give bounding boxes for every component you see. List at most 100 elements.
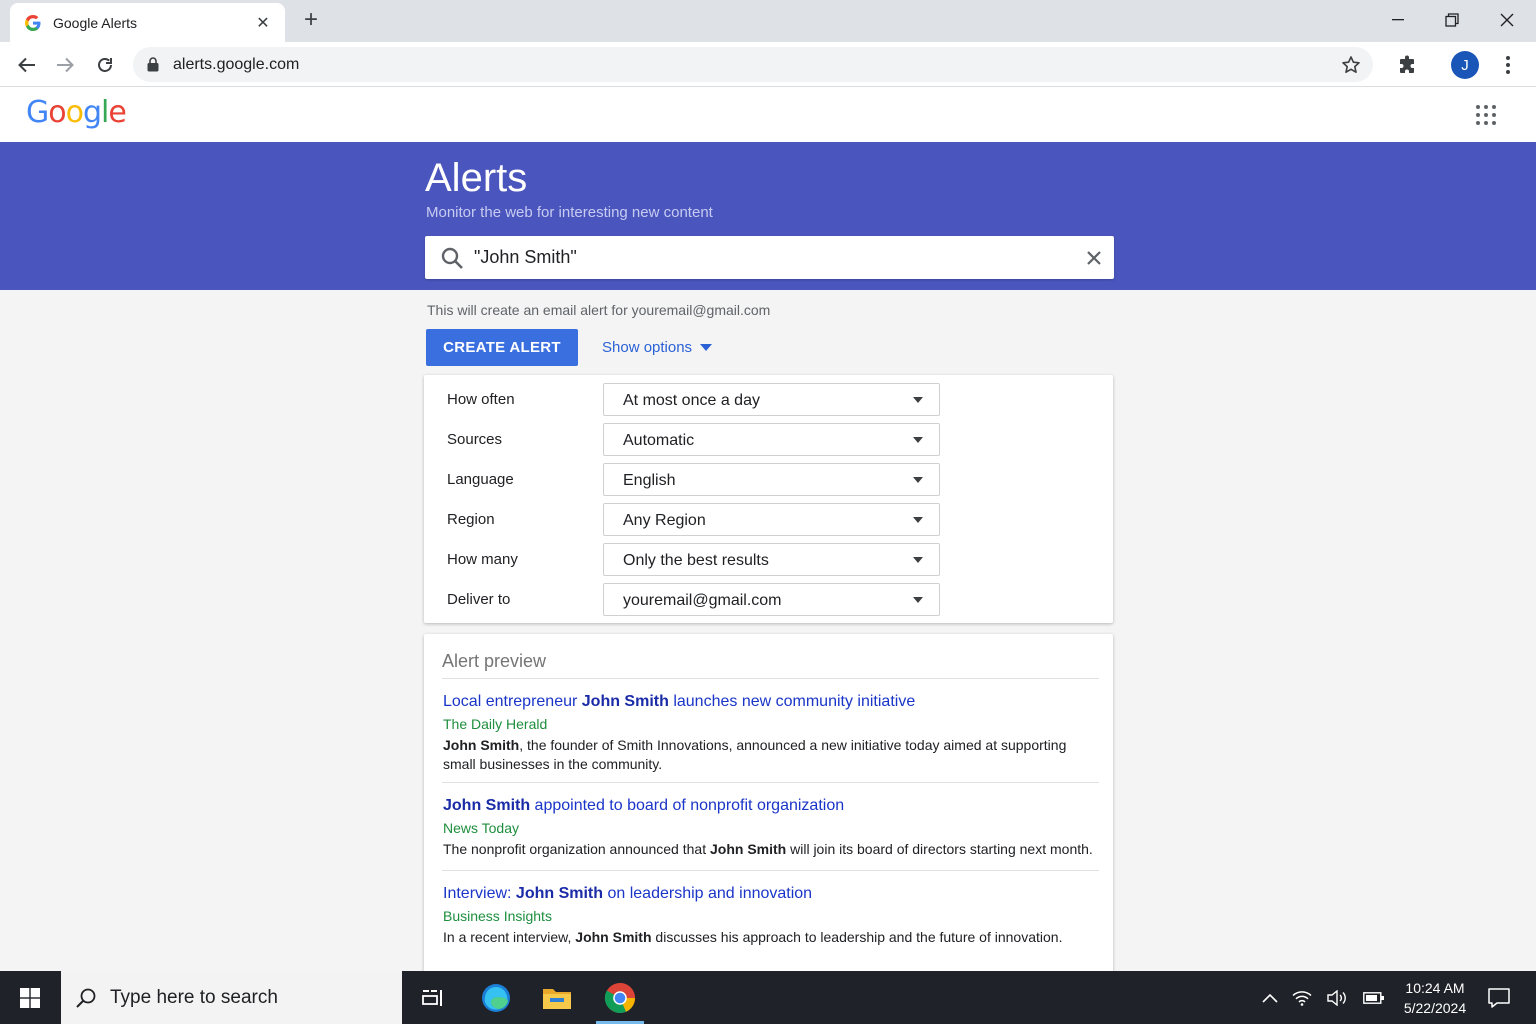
clock-time: 10:24 AM	[1405, 980, 1465, 996]
search-icon	[441, 247, 463, 269]
region-select[interactable]: Any Region	[603, 503, 940, 536]
show-hidden-icons-chevron-icon[interactable]	[1257, 985, 1283, 1011]
google-header: Google	[0, 87, 1536, 142]
option-value: Only the best results	[623, 552, 769, 569]
alert-query-box	[425, 236, 1114, 279]
volume-icon[interactable]	[1325, 985, 1351, 1011]
logo-letter: e	[108, 95, 126, 130]
extensions-puzzle-icon[interactable]	[1393, 50, 1423, 80]
preview-result: Interview: John Smith on leadership and …	[443, 884, 1093, 947]
deliver-to-select[interactable]: youremail@gmail.com	[603, 583, 940, 616]
google-favicon-icon	[24, 14, 42, 32]
tab-close-icon[interactable]: ✕	[253, 13, 273, 33]
option-value: Automatic	[623, 432, 695, 449]
dropdown-arrow-icon	[913, 597, 923, 603]
tab-google-alerts[interactable]: Google Alerts ✕	[10, 3, 285, 42]
system-clock[interactable]: 10:24 AM 5/22/2024	[1395, 978, 1475, 1018]
clock-date: 5/22/2024	[1403, 1000, 1467, 1016]
browser-toolbar: alerts.google.com J	[0, 42, 1536, 87]
url-text[interactable]: alerts.google.com	[173, 56, 1331, 74]
file-explorer-icon[interactable]	[537, 979, 577, 1017]
logo-letter: g	[82, 95, 102, 130]
create-alert-button[interactable]: CREATE ALERT	[426, 329, 578, 366]
page-title: Alerts	[425, 156, 528, 200]
logo-letter: G	[26, 95, 49, 130]
profile-avatar[interactable]: J	[1451, 51, 1479, 79]
logo-letter: o	[48, 95, 66, 130]
option-label: Sources	[447, 431, 503, 448]
taskbar-search-box[interactable]: Type here to search	[61, 971, 402, 1024]
alerts-banner: Alerts Monitor the web for interesting n…	[0, 142, 1536, 290]
reload-icon[interactable]	[90, 50, 120, 80]
option-row-sources: Sources Automatic	[424, 423, 1113, 456]
page-subtitle: Monitor the web for interesting new cont…	[426, 204, 713, 221]
result-snippet: The nonprofit organization announced tha…	[443, 841, 1093, 857]
divider	[442, 870, 1099, 871]
how-many-select[interactable]: Only the best results	[603, 543, 940, 576]
taskbar-search-placeholder: Type here to search	[110, 986, 278, 1008]
result-title-link[interactable]: John Smith appointed to board of nonprof…	[443, 796, 1093, 816]
option-row-deliver-to: Deliver to youremail@gmail.com	[424, 583, 1113, 616]
back-arrow-icon[interactable]	[12, 50, 42, 80]
option-value: Any Region	[623, 512, 706, 529]
option-row-region: Region Any Region	[424, 503, 1113, 536]
result-snippet: John Smith, the founder of Smith Innovat…	[443, 737, 1067, 772]
result-source: The Daily Herald	[443, 716, 548, 732]
bookmark-star-icon[interactable]	[1331, 50, 1371, 80]
dropdown-arrow-icon	[913, 477, 923, 483]
option-row-how-many: How many Only the best results	[424, 543, 1113, 576]
sources-select[interactable]: Automatic	[603, 423, 940, 456]
option-label: How many	[447, 551, 518, 568]
show-options-label: Show options	[602, 339, 693, 356]
new-tab-plus-icon[interactable]: +	[298, 8, 324, 34]
option-label: Language	[447, 471, 514, 488]
restore-icon[interactable]	[1425, 0, 1479, 40]
dropdown-arrow-icon	[913, 397, 923, 403]
address-bar[interactable]: alerts.google.com	[133, 47, 1373, 82]
lock-icon	[147, 57, 161, 73]
language-select[interactable]: English	[603, 463, 940, 496]
alert-query-input[interactable]	[474, 247, 1074, 268]
chrome-browser-icon[interactable]	[600, 979, 640, 1017]
dropdown-arrow-icon	[913, 437, 923, 443]
option-label: Region	[447, 511, 495, 528]
show-options-link[interactable]: Show options	[602, 339, 713, 356]
logo-letter: l	[101, 95, 109, 130]
result-source: Business Insights	[443, 908, 552, 924]
option-label: Deliver to	[447, 591, 511, 608]
taskbar: Type here to search 10:24 AM 5/22/2024	[0, 971, 1536, 1024]
notifications-icon[interactable]	[1486, 985, 1512, 1011]
result-title-link[interactable]: Local entrepreneur John Smith launches n…	[443, 692, 1093, 712]
more-menu-icon[interactable]	[1493, 50, 1523, 80]
google-logo[interactable]: Google	[26, 95, 127, 130]
search-icon	[76, 988, 96, 1008]
preview-title: Alert preview	[442, 651, 547, 671]
tab-strip: Google Alerts ✕ +	[0, 0, 1536, 42]
battery-icon[interactable]	[1361, 985, 1387, 1011]
email-hint: This will create an email alert for your…	[427, 302, 771, 318]
apps-grid-icon[interactable]	[1476, 105, 1496, 125]
result-title-link[interactable]: Interview: John Smith on leadership and …	[443, 884, 1093, 904]
windows-start-icon[interactable]	[0, 971, 60, 1024]
clear-query-icon[interactable]	[1074, 238, 1114, 278]
window-close-icon[interactable]	[1480, 0, 1534, 40]
task-view-icon[interactable]	[413, 979, 453, 1017]
preview-result: Local entrepreneur John Smith launches n…	[443, 692, 1093, 774]
options-panel: How often At most once a day Sources Aut…	[424, 375, 1113, 623]
forward-arrow-icon[interactable]	[50, 50, 80, 80]
option-value: At most once a day	[623, 392, 760, 409]
edge-browser-icon[interactable]	[476, 979, 516, 1017]
how-often-select[interactable]: At most once a day	[603, 383, 940, 416]
result-snippet: In a recent interview, John Smith discus…	[443, 929, 1063, 945]
dropdown-arrow-icon	[913, 517, 923, 523]
caret-down-icon	[700, 344, 713, 351]
minimize-icon[interactable]	[1371, 0, 1425, 40]
tab-title: Google Alerts	[53, 14, 138, 31]
option-value: youremail@gmail.com	[623, 592, 782, 609]
logo-letter: o	[65, 95, 84, 130]
preview-result: John Smith appointed to board of nonprof…	[443, 796, 1093, 859]
option-value: English	[623, 472, 676, 489]
divider	[442, 782, 1099, 783]
dropdown-arrow-icon	[913, 557, 923, 563]
wifi-icon[interactable]	[1289, 985, 1315, 1011]
